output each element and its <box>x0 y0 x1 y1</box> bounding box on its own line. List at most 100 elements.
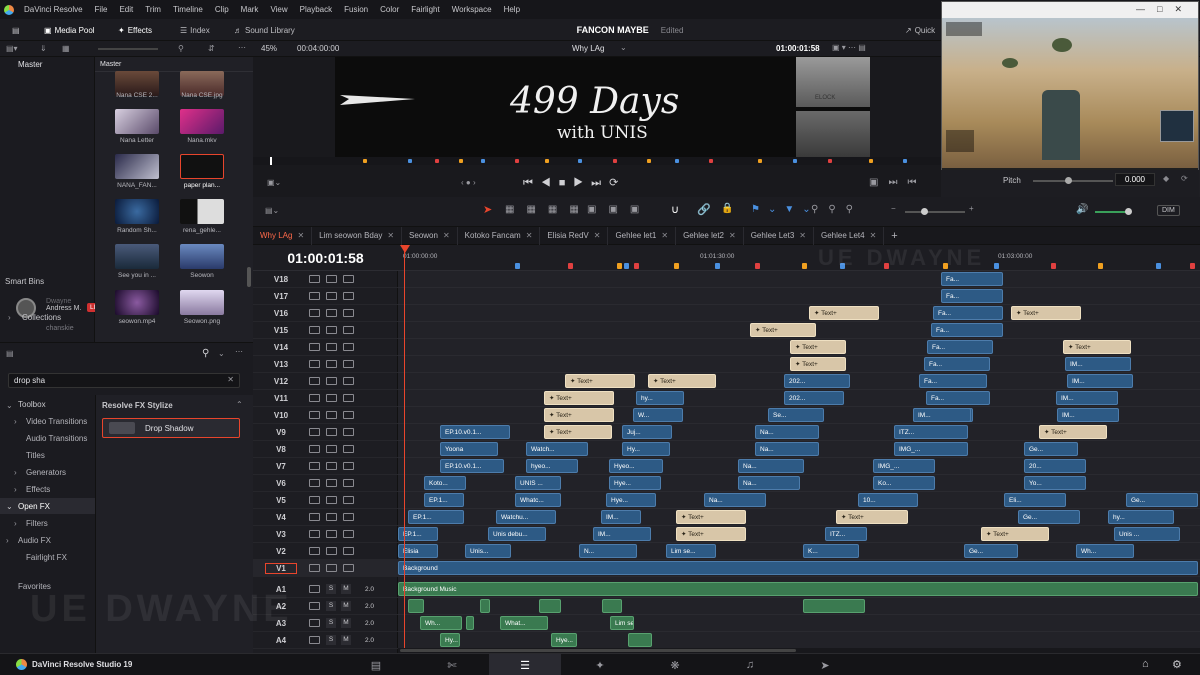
clip-thumbnail[interactable] <box>180 290 224 315</box>
marker-icon[interactable] <box>647 159 651 163</box>
viewer-scrubber[interactable] <box>253 157 943 165</box>
title-clip[interactable]: ✦ Text+ <box>676 510 746 524</box>
audio-clip[interactable]: Lim se... <box>610 616 634 630</box>
video-clip[interactable]: Fa... <box>941 289 1003 303</box>
menu-timeline[interactable]: Timeline <box>167 5 209 14</box>
clip-thumbnail[interactable] <box>115 244 159 269</box>
video-clip[interactable]: IM... <box>593 527 651 541</box>
menu-clip[interactable]: Clip <box>209 5 235 14</box>
track-enable-icon[interactable] <box>343 428 354 436</box>
marker-icon[interactable] <box>802 263 807 269</box>
close-icon[interactable]: ✕ <box>594 231 601 240</box>
auto-select-icon[interactable] <box>326 513 337 521</box>
video-clip[interactable]: 202... <box>784 391 844 405</box>
audio-clip[interactable] <box>539 599 561 613</box>
video-clip[interactable]: Ge... <box>1018 510 1080 524</box>
mute-button[interactable]: M <box>341 601 351 611</box>
track-lane[interactable] <box>398 632 1200 649</box>
search-icon[interactable]: ⚲ <box>178 44 184 53</box>
edit-action-icons[interactable]: ▣▣▣ <box>587 204 651 215</box>
auto-select-icon[interactable] <box>326 462 337 470</box>
video-clip[interactable]: Na... <box>738 476 800 490</box>
import-icon[interactable]: ⇓ <box>40 44 47 53</box>
auto-select-icon[interactable] <box>326 496 337 504</box>
clip-thumbnail[interactable] <box>115 109 159 134</box>
linked-selection-icon[interactable]: 🔗 <box>697 203 711 216</box>
title-clip[interactable]: ✦ Text+ <box>544 391 614 405</box>
audio-clip[interactable] <box>628 633 652 647</box>
category-video-transitions[interactable]: Video Transitions <box>26 417 87 426</box>
effects-search-input[interactable]: drop sha ✕ <box>8 373 240 388</box>
timeline-name[interactable]: Why LAg <box>572 44 604 53</box>
video-clip[interactable]: EP.1... <box>408 510 464 524</box>
lock-icon[interactable] <box>309 445 320 453</box>
flag-marker-icons[interactable]: ⚑⌄▼⌄ <box>751 204 819 215</box>
marker-icon[interactable] <box>435 159 439 163</box>
tab-gehlee-let4[interactable]: Gehlee Let4 ✕ <box>814 226 885 245</box>
auto-select-icon[interactable] <box>326 479 337 487</box>
audio-clip[interactable] <box>408 599 424 613</box>
app-name[interactable]: DaVinci Resolve <box>18 5 89 14</box>
lock-icon[interactable] <box>309 636 320 644</box>
marker-icon[interactable] <box>1190 263 1195 269</box>
home-icon[interactable]: ⌂ <box>1142 658 1149 670</box>
track-enable-icon[interactable] <box>343 547 354 555</box>
video-clip[interactable]: Watch... <box>526 442 588 456</box>
page-deliver-icon[interactable]: ➤ <box>789 654 861 675</box>
video-clip[interactable]: Ge... <box>964 544 1018 558</box>
track-enable-icon[interactable] <box>343 326 354 334</box>
track-enable-icon[interactable] <box>343 360 354 368</box>
chevron-up-icon[interactable]: ⌃ <box>236 400 243 409</box>
audio-clip[interactable]: Background Music <box>398 582 1198 596</box>
marker-icon[interactable] <box>755 263 760 269</box>
video-clip[interactable]: EP.10.v0.1... <box>440 425 510 439</box>
track-enable-icon[interactable] <box>343 394 354 402</box>
zoom-slider-handle[interactable] <box>921 208 928 215</box>
playhead[interactable] <box>404 245 405 653</box>
marker-icon[interactable] <box>568 263 573 269</box>
category-toolbox[interactable]: Toolbox <box>18 400 46 409</box>
video-clip[interactable]: Ge... <box>1126 493 1198 507</box>
clip-thumbnail[interactable] <box>115 154 159 179</box>
effects-button[interactable]: ✦ Effects <box>118 19 152 41</box>
page-edit-icon[interactable]: ☰ <box>489 654 561 675</box>
marker-icon[interactable] <box>613 159 617 163</box>
video-clip[interactable]: Ko... <box>873 476 935 490</box>
lock-icon[interactable] <box>309 564 320 572</box>
track-enable-icon[interactable] <box>343 343 354 351</box>
marker-icon[interactable] <box>994 263 999 269</box>
lock-icon[interactable] <box>309 275 320 283</box>
media-pool-button[interactable]: ▣ Media Pool <box>44 19 95 41</box>
video-clip[interactable]: Juj... <box>622 425 672 439</box>
sidebar-toggle-icon[interactable]: ▤▾ <box>6 44 18 53</box>
audio-clip[interactable]: What... <box>500 616 548 630</box>
track-enable-icon[interactable] <box>343 564 354 572</box>
category-filters[interactable]: Filters <box>26 519 48 528</box>
viewer-zoom[interactable]: 45% <box>261 44 277 53</box>
menu-playback[interactable]: Playback <box>294 5 338 14</box>
auto-select-icon[interactable] <box>326 309 337 317</box>
auto-select-icon[interactable] <box>326 343 337 351</box>
title-clip[interactable]: ✦ Text+ <box>981 527 1049 541</box>
lock-icon[interactable] <box>309 360 320 368</box>
video-clip[interactable]: Hyeo... <box>609 459 663 473</box>
title-clip[interactable]: ✦ Text+ <box>544 408 614 422</box>
zoom-mode-icons[interactable]: ⚲⚲⚲ <box>811 204 863 215</box>
marker-icon[interactable] <box>709 159 713 163</box>
title-clip[interactable]: ✦ Text+ <box>750 323 816 337</box>
zoom-slider[interactable] <box>905 211 965 213</box>
close-icon[interactable]: ✕ <box>387 231 394 240</box>
video-clip[interactable]: Fa... <box>926 391 990 405</box>
tab-gehlee-let2[interactable]: Gehlee let2 ✕ <box>676 226 744 245</box>
playback-controls[interactable]: ⏮◀■▶⏭⟳ <box>523 176 626 190</box>
edit-mode-icons[interactable]: ▦▦▦▦ <box>505 204 591 215</box>
video-clip[interactable]: IM... <box>601 510 641 524</box>
video-clip[interactable]: Hy... <box>622 442 670 456</box>
effect-drop-shadow[interactable]: Drop Shadow <box>102 418 240 438</box>
video-clip[interactable]: IMG_... <box>873 459 935 473</box>
title-clip[interactable]: ✦ Text+ <box>544 425 612 439</box>
marker-icon[interactable] <box>1156 263 1161 269</box>
marker-icon[interactable] <box>828 159 832 163</box>
scrollbar[interactable] <box>247 267 251 287</box>
close-icon[interactable]: ✕ <box>870 231 877 240</box>
